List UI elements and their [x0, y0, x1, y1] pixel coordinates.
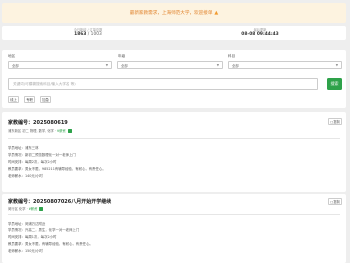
- job-detail-line: 时间安排：每周1次，每次2小时: [8, 235, 57, 239]
- last-update-stat: 最后更新 08-08 09:44:43: [174, 26, 346, 40]
- fee-label: ¥薪资: [28, 207, 38, 211]
- filter-panel: 地区 年级 科目 全部 ▼ 全部 ▼ 全部 ▼ 关键词(可模糊搜索科目/输入大学名 等…: [2, 50, 346, 108]
- job-detail-line: 学员情况：新初二预览数理化一对一老师上门: [8, 153, 76, 157]
- job-detail-line: 时间安排：每周2次，每次2小时: [8, 160, 57, 164]
- fee-label: ¥薪资: [57, 129, 66, 133]
- divider: [8, 214, 340, 215]
- fire-icon: ▲: [214, 10, 219, 16]
- wechat-icon: [39, 207, 44, 211]
- chevron-down-icon: ▼: [335, 63, 338, 67]
- last-update-value: 08-08 09:44:43: [241, 32, 279, 37]
- total-count: 1003: [90, 32, 102, 37]
- search-button[interactable]: 搜索: [327, 78, 342, 90]
- search-input[interactable]: 关键词(可模糊搜索科目/输入大学名 等): [8, 78, 318, 90]
- district-label: 地区: [8, 54, 16, 58]
- stats-bar: 今日新增 / 订单总数 1863 / 1003 最后更新 08-08 09:44…: [2, 26, 346, 40]
- job-meta: 闵行区 化学 · ¥薪资: [8, 206, 44, 211]
- job-detail-line: 学员地址：闵浦万达附近: [8, 222, 46, 226]
- subject-select[interactable]: 全部 ▼: [228, 61, 342, 69]
- job-card: 家教编号：20250807026八月开始开学继续 □ 复制 闵行区 化学 · ¥薪…: [2, 194, 346, 263]
- district-select[interactable]: 全部 ▼: [8, 61, 112, 69]
- job-detail-line: 学员情况：升高二，男生，化学一对一老师上门: [8, 228, 80, 232]
- chevron-down-icon: ▼: [105, 63, 108, 67]
- copy-button[interactable]: □ 复制: [328, 198, 342, 205]
- job-card: 家教编号：2025080619 □ 复制 浦东新区 初二 物理, 数学, 化学 ·…: [2, 112, 346, 192]
- grade-label: 年级: [118, 54, 126, 58]
- tag-urgent[interactable]: 加急: [40, 96, 51, 103]
- job-detail-line: 学员地址：浦东三林: [8, 146, 39, 150]
- job-detail-line: 老师薪水：150元/小时: [8, 249, 43, 253]
- announcement-text: 最新家教需求，上海师范大学，欢迎接单: [129, 11, 213, 16]
- today-count: 1863: [74, 32, 87, 37]
- job-title: 家教编号：20250807026八月开始开学继续: [8, 199, 112, 205]
- job-detail-line: 教员要求：男女不限，有辅导经验，有耐心，有责任心。: [8, 242, 93, 246]
- job-meta: 浦东新区 初二 物理, 数学, 化学 · ¥薪资: [8, 128, 72, 133]
- copy-button[interactable]: □ 复制: [328, 118, 342, 125]
- job-detail-line: 教员要求：男女不限，985211有辅导经验，有耐心，有责任心。: [8, 167, 106, 171]
- tag-fulltime[interactable]: 专职: [24, 96, 35, 103]
- divider: [8, 138, 340, 139]
- announcement-banner: 最新家教需求，上海师范大学，欢迎接单 ▲: [2, 3, 346, 23]
- order-count-stat: 今日新增 / 订单总数 1863 / 1003: [2, 26, 174, 40]
- tag-online[interactable]: 线上: [8, 96, 19, 103]
- job-detail-line: 老师薪水：140元/小时: [8, 174, 43, 178]
- subject-label: 科目: [228, 54, 236, 58]
- wechat-icon: [67, 129, 72, 133]
- grade-select[interactable]: 全部 ▼: [117, 61, 223, 69]
- job-title: 家教编号：2025080619: [8, 120, 68, 126]
- chevron-down-icon: ▼: [216, 63, 219, 67]
